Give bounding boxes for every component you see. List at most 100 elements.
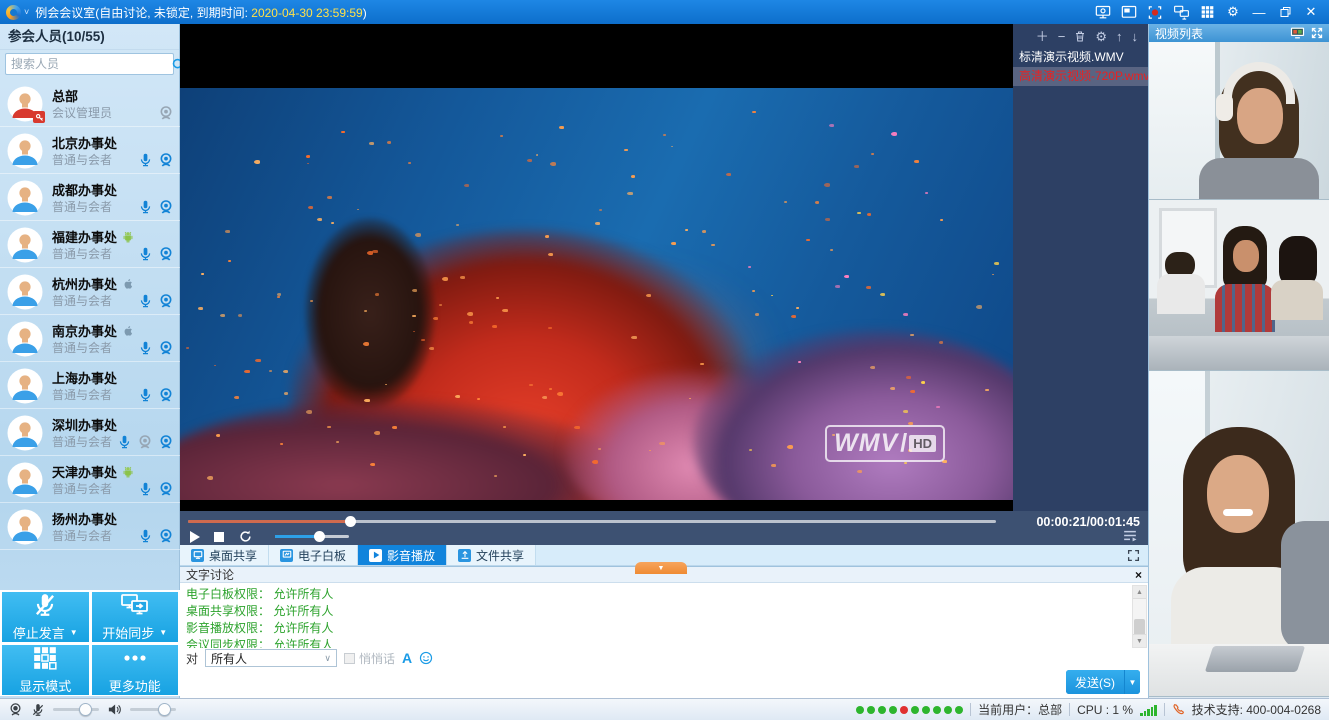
volume-handle[interactable] xyxy=(314,531,325,542)
mic-volume-slider[interactable] xyxy=(53,708,99,711)
mic-volume-knob[interactable] xyxy=(79,703,92,716)
settings-icon[interactable]: ⚙ xyxy=(1223,3,1243,21)
participant-row[interactable]: 成都办事处普通与会者 xyxy=(0,174,180,221)
webcam-icon[interactable] xyxy=(158,105,174,121)
mic-icon[interactable] xyxy=(138,199,153,215)
mic-muted-icon[interactable] xyxy=(31,703,45,717)
mic-icon[interactable] xyxy=(138,387,153,403)
emoji-icon[interactable] xyxy=(419,651,433,665)
participant-row[interactable]: 深圳办事处普通与会者 xyxy=(0,409,180,456)
mic-icon[interactable] xyxy=(138,246,153,262)
chat-scrollbar[interactable]: ▲ ▼ xyxy=(1132,585,1147,648)
scroll-down-icon[interactable]: ▼ xyxy=(1133,634,1146,647)
participant-row[interactable]: 杭州办事处普通与会者 xyxy=(0,268,180,315)
webcam-icon[interactable] xyxy=(158,340,174,356)
webcam-icon[interactable] xyxy=(158,387,174,403)
play-button[interactable] xyxy=(190,531,200,543)
video-thumbnail[interactable] xyxy=(1149,42,1329,200)
speaker-icon[interactable] xyxy=(107,702,122,717)
mic-icon[interactable] xyxy=(117,434,132,450)
search-input[interactable] xyxy=(6,57,171,71)
playlist-item[interactable]: 标清演示视频.WMV xyxy=(1013,48,1148,67)
screen-share-icon[interactable] xyxy=(1093,3,1113,21)
send-button[interactable]: 发送(S) xyxy=(1066,670,1124,694)
network-share-icon[interactable] xyxy=(1171,3,1191,21)
action-button-sync-screens[interactable]: 开始同步▼ xyxy=(92,592,179,642)
webcam-icon[interactable] xyxy=(158,293,174,309)
action-button-grid-mode[interactable]: 显示模式 xyxy=(2,645,89,695)
minimize-icon[interactable]: — xyxy=(1249,3,1269,21)
remove-icon[interactable]: − xyxy=(1058,30,1066,43)
participant-name-text: 总部 xyxy=(52,86,78,105)
close-icon[interactable]: × xyxy=(1135,569,1142,581)
mic-icon[interactable] xyxy=(138,340,153,356)
chevron-down-icon[interactable]: ▼ xyxy=(70,628,78,637)
mic-icon[interactable] xyxy=(138,528,153,544)
font-button[interactable]: A xyxy=(402,650,412,666)
mic-icon[interactable] xyxy=(138,481,153,497)
search-box[interactable] xyxy=(5,53,174,75)
tab-desktop-share[interactable]: 桌面共享 xyxy=(180,545,269,565)
move-down-icon[interactable]: ↓ xyxy=(1132,30,1139,43)
webcam-icon[interactable] xyxy=(158,199,174,215)
participant-row[interactable]: 南京办事处普通与会者 xyxy=(0,315,180,362)
playlist-item[interactable]: 高清演示视频-720P.wmv删除 xyxy=(1013,67,1148,86)
restore-icon[interactable] xyxy=(1275,3,1295,21)
participant-row[interactable]: 上海办事处普通与会者 xyxy=(0,362,180,409)
webcam-icon[interactable] xyxy=(158,434,174,450)
participant-row[interactable]: 福建办事处普通与会者 xyxy=(0,221,180,268)
tab-media-play[interactable]: 影音播放 xyxy=(358,545,447,565)
webcam-icon[interactable] xyxy=(137,434,153,450)
close-icon[interactable]: ✕ xyxy=(1301,3,1321,21)
separator xyxy=(1164,703,1165,716)
webcam-icon[interactable] xyxy=(158,246,174,262)
fullscreen-icon[interactable] xyxy=(1311,27,1323,39)
chevron-down-icon[interactable]: ▼ xyxy=(159,628,167,637)
scroll-up-icon[interactable]: ▲ xyxy=(1133,586,1146,599)
seek-bar[interactable] xyxy=(188,520,996,523)
action-button-more[interactable]: 更多功能 xyxy=(92,645,179,695)
speaker-volume-slider[interactable] xyxy=(130,708,176,711)
fish-dot xyxy=(910,334,914,336)
mic-icon[interactable] xyxy=(138,293,153,309)
move-up-icon[interactable]: ↑ xyxy=(1116,30,1123,43)
tab-file-share[interactable]: 文件共享 xyxy=(447,545,536,565)
video-frame[interactable]: WMV/HD xyxy=(180,88,1013,500)
chevron-down-icon[interactable]: ˅ xyxy=(24,7,29,17)
playlist-toggle-icon[interactable] xyxy=(1122,529,1138,542)
stop-button[interactable] xyxy=(214,532,224,542)
maximize-chat-icon[interactable] xyxy=(1127,549,1140,562)
webcam-icon[interactable] xyxy=(158,152,174,168)
add-icon[interactable]: ＋ xyxy=(1036,30,1049,43)
window-share-icon[interactable] xyxy=(1119,3,1139,21)
video-thumbnail[interactable] xyxy=(1149,200,1329,371)
display-grid-icon[interactable] xyxy=(1197,3,1217,21)
participant-name-text: 北京办事处 xyxy=(52,133,117,152)
recipient-select[interactable]: 所有人 ∨ xyxy=(205,649,337,667)
participant-row[interactable]: 北京办事处普通与会者 xyxy=(0,127,180,174)
record-icon[interactable] xyxy=(1145,3,1165,21)
webcam-icon[interactable] xyxy=(158,481,174,497)
participant-row[interactable]: 扬州办事处普通与会者 xyxy=(0,503,180,550)
speaker-volume-knob[interactable] xyxy=(158,703,171,716)
fish-dot xyxy=(238,314,242,317)
loop-icon[interactable] xyxy=(238,529,253,544)
participant-row[interactable]: 天津办事处普通与会者 xyxy=(0,456,180,503)
webcam-icon[interactable] xyxy=(8,702,23,717)
send-options-icon[interactable]: ▼ xyxy=(1124,670,1140,694)
seek-handle[interactable] xyxy=(345,516,356,527)
volume-slider[interactable] xyxy=(275,535,349,538)
action-button-mic-off[interactable]: 停止发言▼ xyxy=(2,592,89,642)
chat-input[interactable] xyxy=(184,668,998,696)
layout-icon[interactable] xyxy=(1290,27,1305,39)
tab-whiteboard[interactable]: 电子白板 xyxy=(269,545,358,565)
trash-icon[interactable] xyxy=(1074,30,1086,43)
collapse-panel-handle[interactable]: ▼ xyxy=(635,562,687,574)
webcam-icon[interactable] xyxy=(158,528,174,544)
participant-name: 北京办事处 xyxy=(52,133,117,152)
participant-row[interactable]: 总部会议管理员 xyxy=(0,80,180,127)
video-thumbnail[interactable] xyxy=(1149,371,1329,697)
settings-icon[interactable]: ⚙ xyxy=(1095,30,1107,43)
whisper-checkbox[interactable] xyxy=(344,653,355,664)
mic-icon[interactable] xyxy=(138,152,153,168)
